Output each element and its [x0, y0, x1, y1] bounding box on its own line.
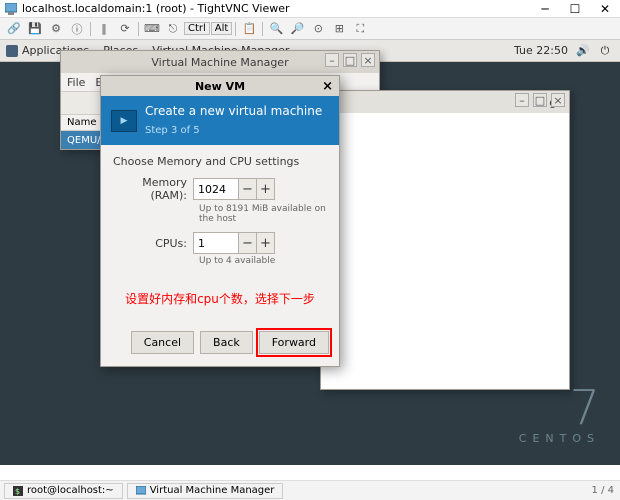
ctrl-key-button[interactable]: Ctrl — [184, 22, 210, 35]
cpu-decrement-button[interactable]: − — [238, 233, 256, 253]
cpu-increment-button[interactable]: + — [256, 233, 274, 253]
annotation-text: 设置好内存和cpu个数，选择下一步 — [113, 290, 327, 307]
dialog-close-button[interactable]: × — [322, 79, 333, 94]
dialog-titlebar[interactable]: New VM × — [101, 76, 339, 96]
zoom-auto-icon[interactable]: ⊞ — [329, 20, 349, 38]
zoom-100-icon[interactable]: ⊙ — [308, 20, 328, 38]
file-menu[interactable]: File — [67, 76, 85, 89]
dialog-buttons: Cancel Back Forward — [101, 321, 339, 366]
page-indicator: 1 / 4 — [592, 485, 614, 496]
forward-button[interactable]: Forward — [259, 331, 329, 354]
memory-label: Memory (RAM): — [113, 176, 193, 202]
options-icon[interactable]: ⚙ — [46, 20, 66, 38]
memory-hint: Up to 8191 MiB available on the host — [199, 204, 327, 224]
dialog-body: Choose Memory and CPU settings Memory (R… — [101, 145, 339, 321]
banner-step: Step 3 of 5 — [145, 125, 200, 136]
cpu-spinner: − + — [193, 232, 275, 254]
cad-icon[interactable]: ⌨ — [142, 20, 162, 38]
virt-manager-title: Virtual Machine Manager — [151, 56, 288, 69]
transfer-icon[interactable]: 📋 — [239, 20, 259, 38]
host-taskbar: $ root@localhost:~ Virtual Machine Manag… — [0, 480, 620, 500]
memory-spinner: − + — [193, 178, 275, 200]
centos-branding: 7 CENTOS — [519, 384, 600, 445]
secondary-window-titlebar[interactable]: ge – □ × — [321, 91, 569, 113]
memory-decrement-button[interactable]: − — [238, 179, 256, 199]
new-vm-dialog: New VM × Create a new virtual machine St… — [100, 75, 340, 367]
close-button[interactable]: ✕ — [590, 0, 620, 18]
cpu-label: CPUs: — [113, 237, 193, 250]
dialog-title-text: New VM — [195, 80, 245, 93]
vnc-titlebar: localhost.localdomain:1 (root) - TightVN… — [0, 0, 620, 18]
pause-icon[interactable]: ‖ — [94, 20, 114, 38]
centos-name: CENTOS — [519, 432, 600, 445]
name-column-header[interactable]: Name — [67, 117, 97, 128]
vmm-close-button[interactable]: × — [361, 53, 375, 67]
taskbar-task-vmm[interactable]: Virtual Machine Manager — [127, 483, 284, 499]
vm-display-icon — [111, 110, 137, 132]
info-icon[interactable]: ⓘ — [67, 20, 87, 38]
power-icon[interactable]: ⏻ — [598, 44, 612, 58]
back-button[interactable]: Back — [200, 331, 253, 354]
volume-icon[interactable]: 🔊 — [576, 44, 590, 58]
new-connection-icon[interactable]: 🔗 — [4, 20, 24, 38]
svg-text:$: $ — [15, 487, 20, 496]
save-icon[interactable]: 💾 — [25, 20, 45, 38]
vnc-window-buttons: ─ ☐ ✕ — [530, 0, 620, 18]
banner-heading: Create a new virtual machine — [145, 104, 322, 118]
minimize-button[interactable]: ─ — [530, 0, 560, 18]
fullscreen-icon[interactable]: ⛶ — [350, 20, 370, 38]
zoom-out-icon[interactable]: 🔎 — [287, 20, 307, 38]
vmm-maximize-button[interactable]: □ — [343, 53, 357, 67]
sec-close-button[interactable]: × — [551, 93, 565, 107]
cpu-input[interactable] — [194, 234, 238, 253]
zoom-in-icon[interactable]: 🔍 — [266, 20, 286, 38]
dialog-banner: Create a new virtual machine Step 3 of 5 — [101, 96, 339, 145]
vnc-toolbar: 🔗 💾 ⚙ ⓘ ‖ ⟳ ⌨ ⎋ Ctrl Alt 📋 🔍 🔎 ⊙ ⊞ ⛶ — [0, 18, 620, 40]
cpu-hint: Up to 4 available — [199, 256, 327, 266]
refresh-icon[interactable]: ⟳ — [115, 20, 135, 38]
cancel-button[interactable]: Cancel — [131, 331, 194, 354]
virt-manager-titlebar[interactable]: Virtual Machine Manager – □ × — [61, 51, 379, 73]
memory-input[interactable] — [194, 180, 238, 199]
alt-key-button[interactable]: Alt — [211, 22, 233, 35]
memory-increment-button[interactable]: + — [256, 179, 274, 199]
activities-icon — [6, 45, 18, 57]
maximize-button[interactable]: ☐ — [560, 0, 590, 18]
sec-maximize-button[interactable]: □ — [533, 93, 547, 107]
vmm-minimize-button[interactable]: – — [325, 53, 339, 67]
vnc-app-icon — [4, 2, 18, 16]
memory-row: Memory (RAM): − + — [113, 176, 327, 202]
sec-minimize-button[interactable]: – — [515, 93, 529, 107]
taskbar-task-terminal[interactable]: $ root@localhost:~ — [4, 483, 123, 499]
taskbar-vmm-label: Virtual Machine Manager — [150, 485, 275, 496]
terminal-icon: $ — [13, 486, 23, 496]
cpu-row: CPUs: − + — [113, 232, 327, 254]
vnc-title-text: localhost.localdomain:1 (root) - TightVN… — [22, 2, 290, 15]
vmm-icon — [136, 486, 146, 496]
remote-desktop: Applications Places Virtual Machine Mana… — [0, 40, 620, 465]
centos-version: 7 — [519, 384, 600, 432]
secondary-window: ge – □ × — [320, 90, 570, 390]
clock-text: Tue 22:50 — [514, 44, 568, 57]
settings-heading: Choose Memory and CPU settings — [113, 155, 327, 168]
taskbar-terminal-label: root@localhost:~ — [27, 485, 114, 496]
ctrl-esc-icon[interactable]: ⎋ — [163, 20, 183, 38]
